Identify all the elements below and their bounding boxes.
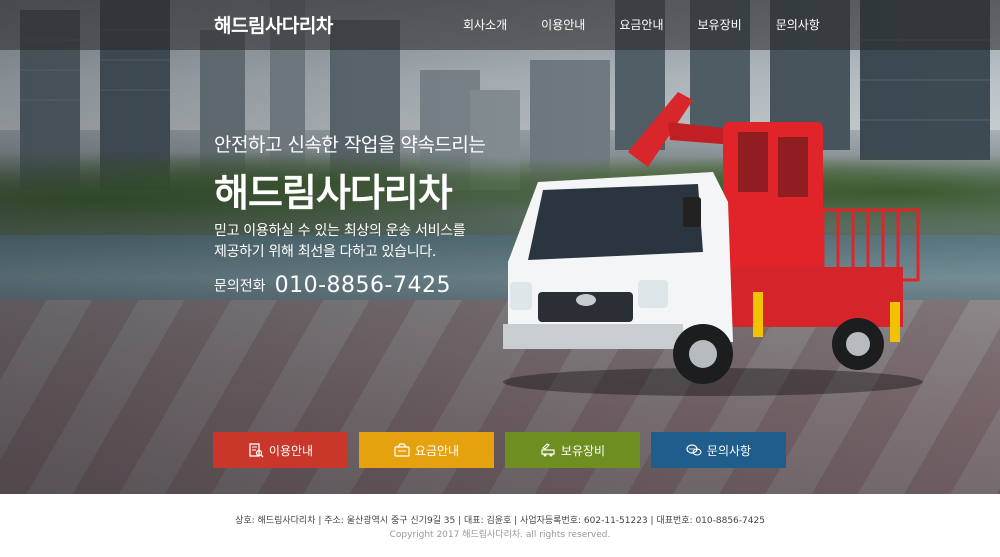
- hero-description: 믿고 이용하실 수 있는 최상의 운송 서비스를 제공하기 위해 최선을 다하고…: [214, 221, 466, 263]
- nav-item-inquiry[interactable]: 문의사항: [776, 0, 820, 50]
- hero-description-line-1: 믿고 이용하실 수 있는 최상의 운송 서비스를: [214, 223, 466, 239]
- hero-description-line-2: 제공하기 위해 최선을 다하고 있습니다.: [214, 244, 437, 260]
- quick-usage-guide-label: 이용안내: [268, 443, 314, 458]
- quick-equipment-button[interactable]: 보유장비: [505, 432, 640, 468]
- nav-item-pricing[interactable]: 요금안내: [619, 0, 663, 50]
- hero-section: [0, 0, 1000, 494]
- nav-item-equipment[interactable]: 보유장비: [698, 0, 742, 50]
- document-search-icon: [249, 443, 264, 458]
- quick-inquiry-button[interactable]: 문의사항: [651, 432, 786, 468]
- site-footer: 상호: 해드림사다리차 | 주소: 울산광역시 중구 신기9길 35 | 대표:…: [0, 494, 1000, 557]
- nav-item-company[interactable]: 회사소개: [463, 0, 507, 50]
- quick-pricing-label: 요금안내: [414, 443, 460, 458]
- ladder-truck-image: [503, 92, 923, 396]
- calculator-icon: [394, 443, 410, 457]
- quick-inquiry-label: 문의사항: [706, 443, 752, 458]
- phone-label: 문의전화: [214, 278, 266, 295]
- chat-bubbles-icon: [686, 444, 702, 456]
- footer-company-info: 상호: 해드림사다리차 | 주소: 울산광역시 중구 신기9길 35 | 대표:…: [235, 516, 765, 526]
- truck-icon: [541, 443, 555, 457]
- quick-equipment-label: 보유장비: [560, 443, 606, 458]
- nav-item-usage-guide[interactable]: 이용안내: [541, 0, 585, 50]
- top-navigation-bar: 해드림사다리차 회사소개 이용안내 요금안내 보유장비 문의사항: [0, 0, 1000, 50]
- footer-copyright: Copyright 2017 해드림사다리차. all rights reser…: [389, 530, 611, 540]
- quick-pricing-button[interactable]: 요금안내: [359, 432, 494, 468]
- phone-number[interactable]: 010-8856-7425: [275, 273, 451, 298]
- main-nav: 회사소개 이용안내 요금안내 보유장비 문의사항: [463, 0, 854, 50]
- site-logo[interactable]: 해드림사다리차: [214, 11, 333, 38]
- quick-usage-guide-button[interactable]: 이용안내: [213, 432, 348, 468]
- hero-title: 해드림사다리차: [214, 171, 453, 215]
- hero-tagline: 안전하고 신속한 작업을 약속드리는: [214, 134, 486, 156]
- hero-phone: 문의전화 010-8856-7425: [214, 273, 451, 298]
